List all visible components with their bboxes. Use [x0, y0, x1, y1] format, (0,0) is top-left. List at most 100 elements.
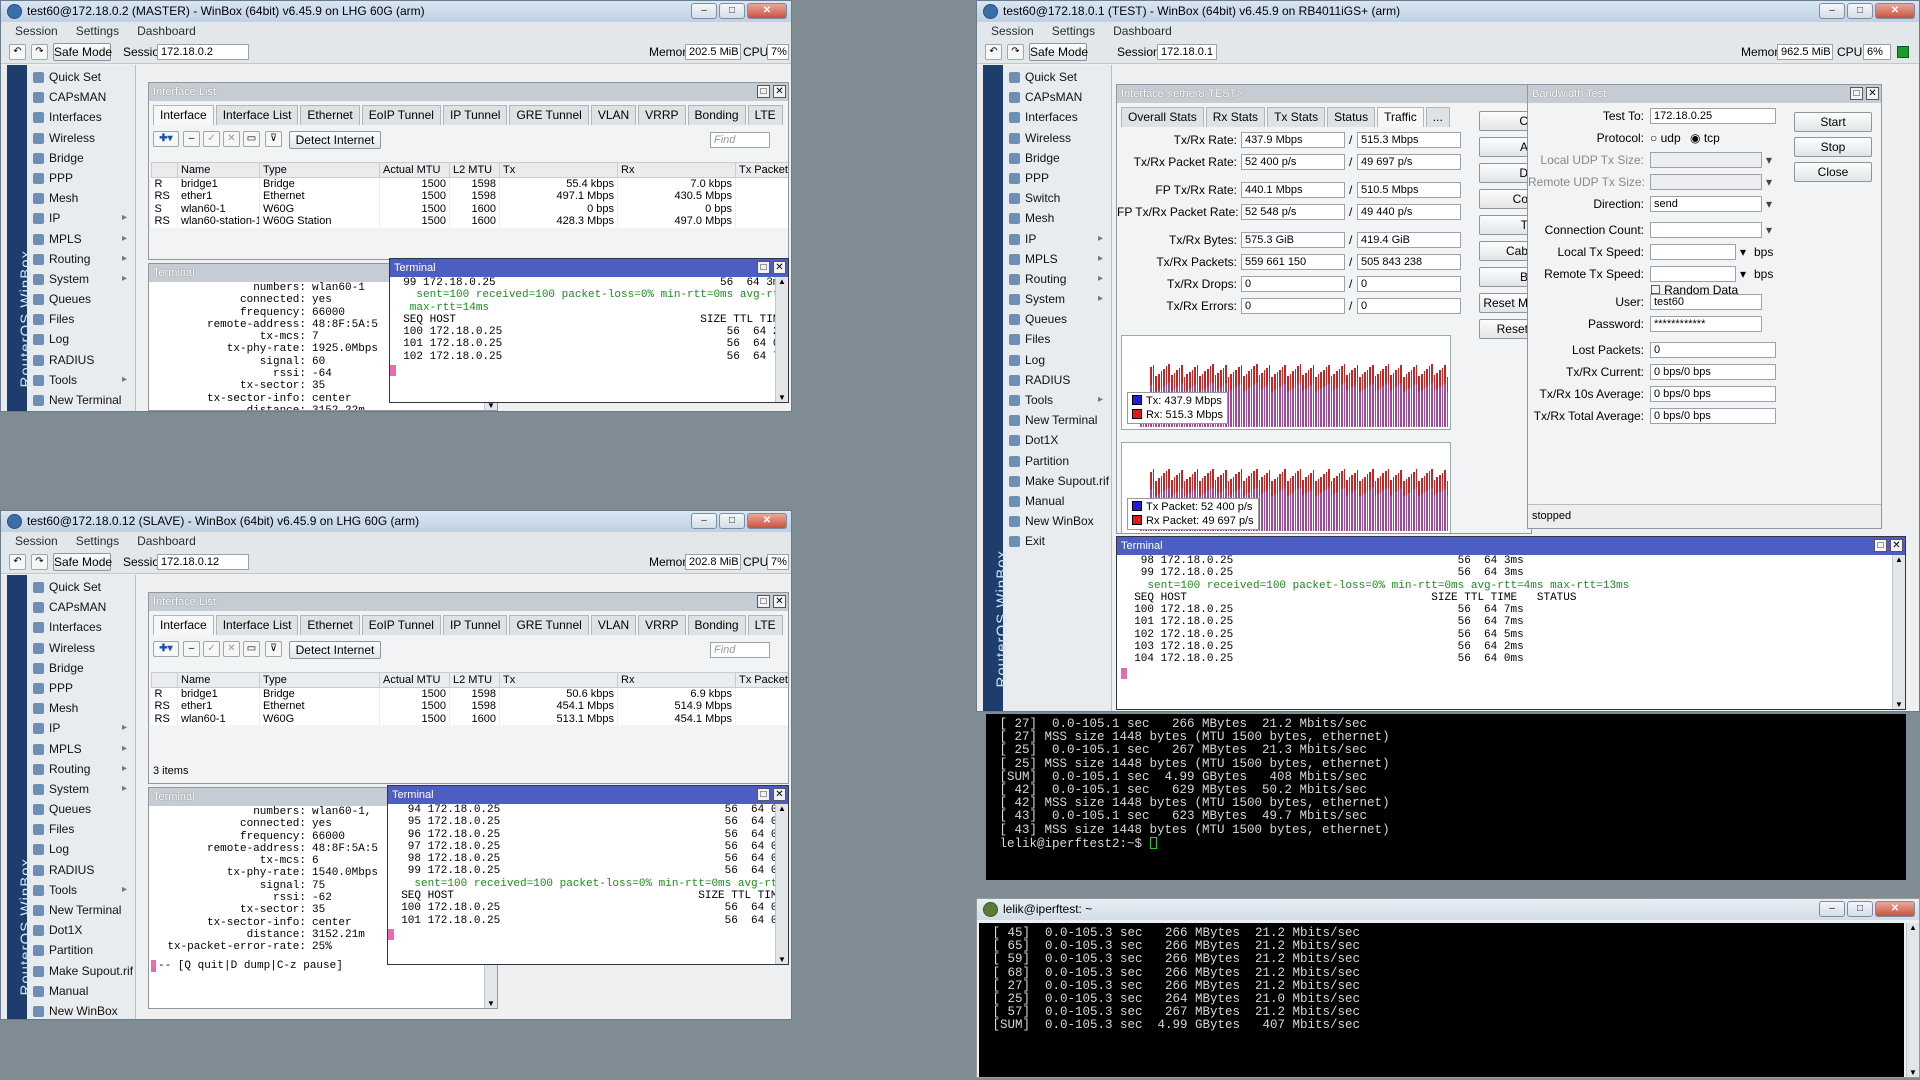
side-button-reset[interactable]: Reset: [1479, 319, 1531, 339]
minimize-button[interactable]: –: [1819, 3, 1845, 19]
side-button-t[interactable]: T: [1479, 215, 1531, 235]
field-connection-count[interactable]: [1650, 222, 1762, 238]
menu-settings[interactable]: Settings: [76, 22, 119, 40]
enable-icon[interactable]: ✓: [203, 131, 220, 147]
field-remote-tx-speed[interactable]: [1650, 266, 1736, 282]
nav-item-files[interactable]: Files: [29, 819, 135, 839]
remove-icon[interactable]: –: [183, 131, 200, 147]
dropdown-arrow-icon[interactable]: ▾: [1766, 175, 1772, 189]
side-button-c[interactable]: C: [1479, 111, 1531, 131]
redo-icon[interactable]: ↷: [1007, 44, 1024, 60]
column-header[interactable]: Rx: [617, 162, 736, 178]
nav-item-new-terminal[interactable]: New Terminal: [1005, 410, 1111, 430]
nav-item-routing[interactable]: Routing: [29, 249, 135, 269]
find-input[interactable]: Find: [710, 132, 770, 148]
field-remote-udp-tx-size[interactable]: [1650, 174, 1762, 190]
nav-item-exit[interactable]: Exit: [1005, 531, 1111, 551]
safe-mode-button[interactable]: Safe Mode: [53, 553, 112, 571]
table-row[interactable]: RS ether1 Ethernet 1500 1598 497.1 Mbps 430.5 …: [151, 190, 788, 203]
column-header[interactable]: L2 MTU: [449, 162, 500, 178]
menu-dashboard[interactable]: Dashboard: [137, 532, 196, 550]
column-header[interactable]: Type: [259, 162, 380, 178]
nav-item-quick-set[interactable]: Quick Set: [1005, 67, 1111, 87]
nav-item-make-supout-rif[interactable]: Make Supout.rif: [1005, 471, 1111, 491]
nav-item-mesh[interactable]: Mesh: [29, 698, 135, 718]
ping-output[interactable]: 99 172.18.0.25 56 64 3ms sent=100 receiv…: [390, 277, 776, 402]
field-local-tx-speed[interactable]: [1650, 244, 1736, 260]
column-header[interactable]: Actual MTU: [379, 672, 450, 688]
terminal-title-active[interactable]: Terminal □ ✕: [1117, 537, 1905, 555]
nav-item-make-supout-rif[interactable]: Make Supout.rif: [29, 961, 135, 981]
nav-item-interfaces[interactable]: Interfaces: [29, 617, 135, 637]
side-button-b[interactable]: B: [1479, 267, 1531, 287]
nav-item-new-winbox[interactable]: New WinBox: [1005, 511, 1111, 531]
field-tx-rx-total-average[interactable]: 0 bps/0 bps: [1650, 408, 1776, 424]
side-button-co[interactable]: Co: [1479, 189, 1531, 209]
interface-list-title[interactable]: Interface List □ ✕: [149, 593, 788, 611]
table-row[interactable]: Swlan60-1W60G150016000 bps0 bps00: [151, 202, 788, 215]
column-header[interactable]: Rx: [617, 672, 736, 688]
close-button[interactable]: ✕: [747, 513, 787, 529]
scrollbar[interactable]: [1892, 555, 1905, 709]
table-row[interactable]: Rbridge1Bridge1500159850.6 kbps6.9 kbps1…: [151, 687, 788, 700]
undo-icon[interactable]: ↶: [9, 44, 26, 60]
dropdown-arrow-icon[interactable]: ▾: [1766, 197, 1772, 211]
safe-mode-button[interactable]: Safe Mode: [53, 43, 112, 61]
maximize-button[interactable]: □: [1847, 3, 1873, 19]
nav-item-interfaces[interactable]: Interfaces: [1005, 107, 1111, 127]
nav-item-wireless[interactable]: Wireless: [1005, 128, 1111, 148]
redo-icon[interactable]: ↷: [31, 44, 48, 60]
nav-item-new-terminal[interactable]: New Terminal: [29, 900, 135, 920]
table-row[interactable]: RS wlan60-1 W60G 1500 1600 513.1 Mbps 454.1 Mb…: [151, 712, 788, 725]
filter-icon[interactable]: ⊽: [265, 131, 282, 147]
tab-interface[interactable]: Interface: [153, 615, 214, 635]
dropdown-arrow-icon[interactable]: ▾: [1766, 153, 1772, 167]
nav-item-new-terminal[interactable]: New Terminal: [29, 390, 135, 410]
field-local-udp-tx-size[interactable]: [1650, 152, 1762, 168]
nav-item-mpls[interactable]: MPLS: [29, 229, 135, 249]
tab-vlan[interactable]: VLAN: [590, 105, 637, 125]
nav-item-mpls[interactable]: MPLS: [29, 739, 135, 759]
nav-item-partition[interactable]: Partition: [1005, 451, 1111, 471]
restore-icon[interactable]: □: [757, 595, 770, 608]
tab-interface[interactable]: Interface: [153, 105, 214, 125]
tab-lte[interactable]: LTE: [747, 105, 783, 125]
detect-internet-button[interactable]: Detect Internet: [289, 641, 381, 659]
nav-item-wireless[interactable]: Wireless: [29, 638, 135, 658]
start-button[interactable]: Start: [1794, 112, 1872, 132]
minimize-button[interactable]: –: [691, 3, 717, 19]
redo-icon[interactable]: ↷: [31, 554, 48, 570]
nav-item-dot1x[interactable]: Dot1X: [1005, 430, 1111, 450]
nav-item-dot1x[interactable]: Dot1X: [29, 410, 135, 411]
column-header[interactable]: Name: [177, 162, 260, 178]
nav-item-ppp[interactable]: PPP: [29, 168, 135, 188]
nav-item-bridge[interactable]: Bridge: [29, 658, 135, 678]
nav-item-quick-set[interactable]: Quick Set: [29, 67, 135, 87]
nav-item-partition[interactable]: Partition: [29, 940, 135, 960]
restore-icon[interactable]: □: [1874, 539, 1887, 552]
maximize-button[interactable]: □: [719, 3, 745, 19]
random-data-checkbox[interactable]: ☐ Random Data: [1650, 283, 1738, 297]
column-header[interactable]: Tx Packet (p/s): [735, 672, 788, 688]
close-button[interactable]: ✕: [747, 3, 787, 19]
table-row[interactable]: RS wlan60-station-1 W60G Station 1500 1600 42…: [151, 215, 788, 228]
column-header[interactable]: Actual MTU: [379, 162, 450, 178]
window-title-bar[interactable]: test60@172.18.0.2 (MASTER) - WinBox (64b…: [1, 1, 791, 22]
nav-item-ppp[interactable]: PPP: [1005, 168, 1111, 188]
column-header[interactable]: Tx: [499, 162, 618, 178]
nav-item-wireless[interactable]: Wireless: [29, 128, 135, 148]
nav-item-quick-set[interactable]: Quick Set: [29, 577, 135, 597]
nav-item-radius[interactable]: RADIUS: [29, 350, 135, 370]
nav-item-capsman[interactable]: CAPsMAN: [29, 87, 135, 107]
tab-ethernet[interactable]: Ethernet: [300, 105, 360, 125]
stop-button[interactable]: Stop: [1794, 137, 1872, 157]
nav-item-capsman[interactable]: CAPsMAN: [1005, 87, 1111, 107]
tab-vrrp[interactable]: VRRP: [638, 105, 686, 125]
tab-interface-list[interactable]: Interface List: [215, 105, 299, 125]
safe-mode-button[interactable]: Safe Mode: [1029, 43, 1088, 61]
nav-item-tools[interactable]: Tools: [1005, 390, 1111, 410]
column-header[interactable]: Tx: [499, 672, 618, 688]
restore-icon[interactable]: □: [757, 261, 770, 274]
tab-lte[interactable]: LTE: [747, 615, 783, 635]
close-icon[interactable]: ✕: [773, 261, 786, 274]
